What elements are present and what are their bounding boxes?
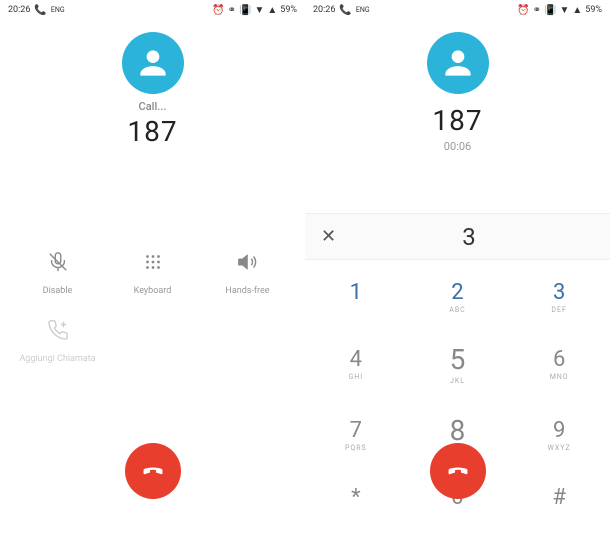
phone-number: 187: [432, 104, 482, 137]
dtmf-display: ✕ 3: [305, 213, 610, 260]
signal-icon: ▲: [572, 5, 582, 16]
avatar: [427, 32, 489, 94]
key-9[interactable]: 9WXYZ: [508, 400, 610, 471]
add-call-icon: [44, 316, 72, 344]
key-5[interactable]: 5JKL: [407, 329, 509, 400]
caller-info: 187 00:06: [305, 20, 610, 153]
status-lang: ENG: [356, 6, 370, 14]
battery-pct: 59%: [280, 5, 297, 15]
key-1[interactable]: 1: [305, 266, 407, 329]
keypad-icon: [139, 248, 167, 276]
status-lang: ENG: [51, 6, 65, 14]
key-hash[interactable]: #: [508, 470, 610, 533]
mute-button[interactable]: Disable: [10, 238, 105, 306]
close-keypad-button[interactable]: ✕: [317, 222, 340, 251]
key-2[interactable]: 2ABC: [407, 266, 509, 329]
speaker-label: Hands-free: [225, 286, 269, 296]
status-time: 20:26: [313, 5, 335, 15]
battery-pct: 59%: [585, 5, 602, 15]
avatar: [122, 32, 184, 94]
speaker-button[interactable]: Hands-free: [200, 238, 295, 306]
call-screen-keypad: 20:26 📞 ENG ⏰ ⚭ 📳 ▼ ▲ 59% 187 00:06 ✕ 3 …: [305, 0, 610, 539]
mute-icon: [44, 248, 72, 276]
link-icon: ⚭: [228, 5, 236, 16]
call-screen-controls: 20:26 📞 ENG ⏰ ⚭ 📳 ▼ ▲ 59% Call... 187 Di…: [0, 0, 305, 539]
caller-info: Call... 187: [0, 20, 305, 148]
key-6[interactable]: 6MNO: [508, 329, 610, 400]
phone-icon: 📞: [339, 5, 351, 16]
wifi-icon: ▼: [559, 5, 569, 16]
key-star[interactable]: *: [305, 470, 407, 533]
keypad-label: Keyboard: [134, 286, 172, 296]
end-call-button[interactable]: [125, 443, 181, 499]
add-call-button[interactable]: Aggiungi Chiamata: [10, 306, 105, 374]
keypad-button[interactable]: Keyboard: [105, 238, 200, 306]
key-3[interactable]: 3DEF: [508, 266, 610, 329]
phone-icon: 📞: [34, 5, 46, 16]
key-4[interactable]: 4GHI: [305, 329, 407, 400]
call-status: Call...: [139, 100, 167, 113]
person-icon: [439, 44, 477, 82]
dtmf-entered: 3: [340, 223, 598, 251]
status-time: 20:26: [8, 5, 30, 15]
vibrate-icon: 📳: [544, 5, 556, 16]
alarm-icon: ⏰: [212, 5, 224, 16]
speaker-icon: [234, 248, 262, 276]
signal-icon: ▲: [267, 5, 277, 16]
key-7[interactable]: 7PQRS: [305, 400, 407, 471]
hangup-icon: [139, 457, 167, 485]
call-duration: 00:06: [444, 140, 471, 153]
mute-label: Disable: [43, 286, 73, 296]
link-icon: ⚭: [533, 5, 541, 16]
person-icon: [134, 44, 172, 82]
status-bar: 20:26 📞 ENG ⏰ ⚭ 📳 ▼ ▲ 59%: [305, 0, 610, 20]
vibrate-icon: 📳: [239, 5, 251, 16]
phone-number: 187: [127, 115, 177, 148]
alarm-icon: ⏰: [517, 5, 529, 16]
wifi-icon: ▼: [254, 5, 264, 16]
call-controls: Disable Keyboard Hands-free Aggiungi Chi…: [0, 238, 305, 374]
hangup-icon: [444, 457, 472, 485]
add-call-label: Aggiungi Chiamata: [19, 354, 95, 364]
status-bar: 20:26 📞 ENG ⏰ ⚭ 📳 ▼ ▲ 59%: [0, 0, 305, 20]
end-call-button[interactable]: [430, 443, 486, 499]
